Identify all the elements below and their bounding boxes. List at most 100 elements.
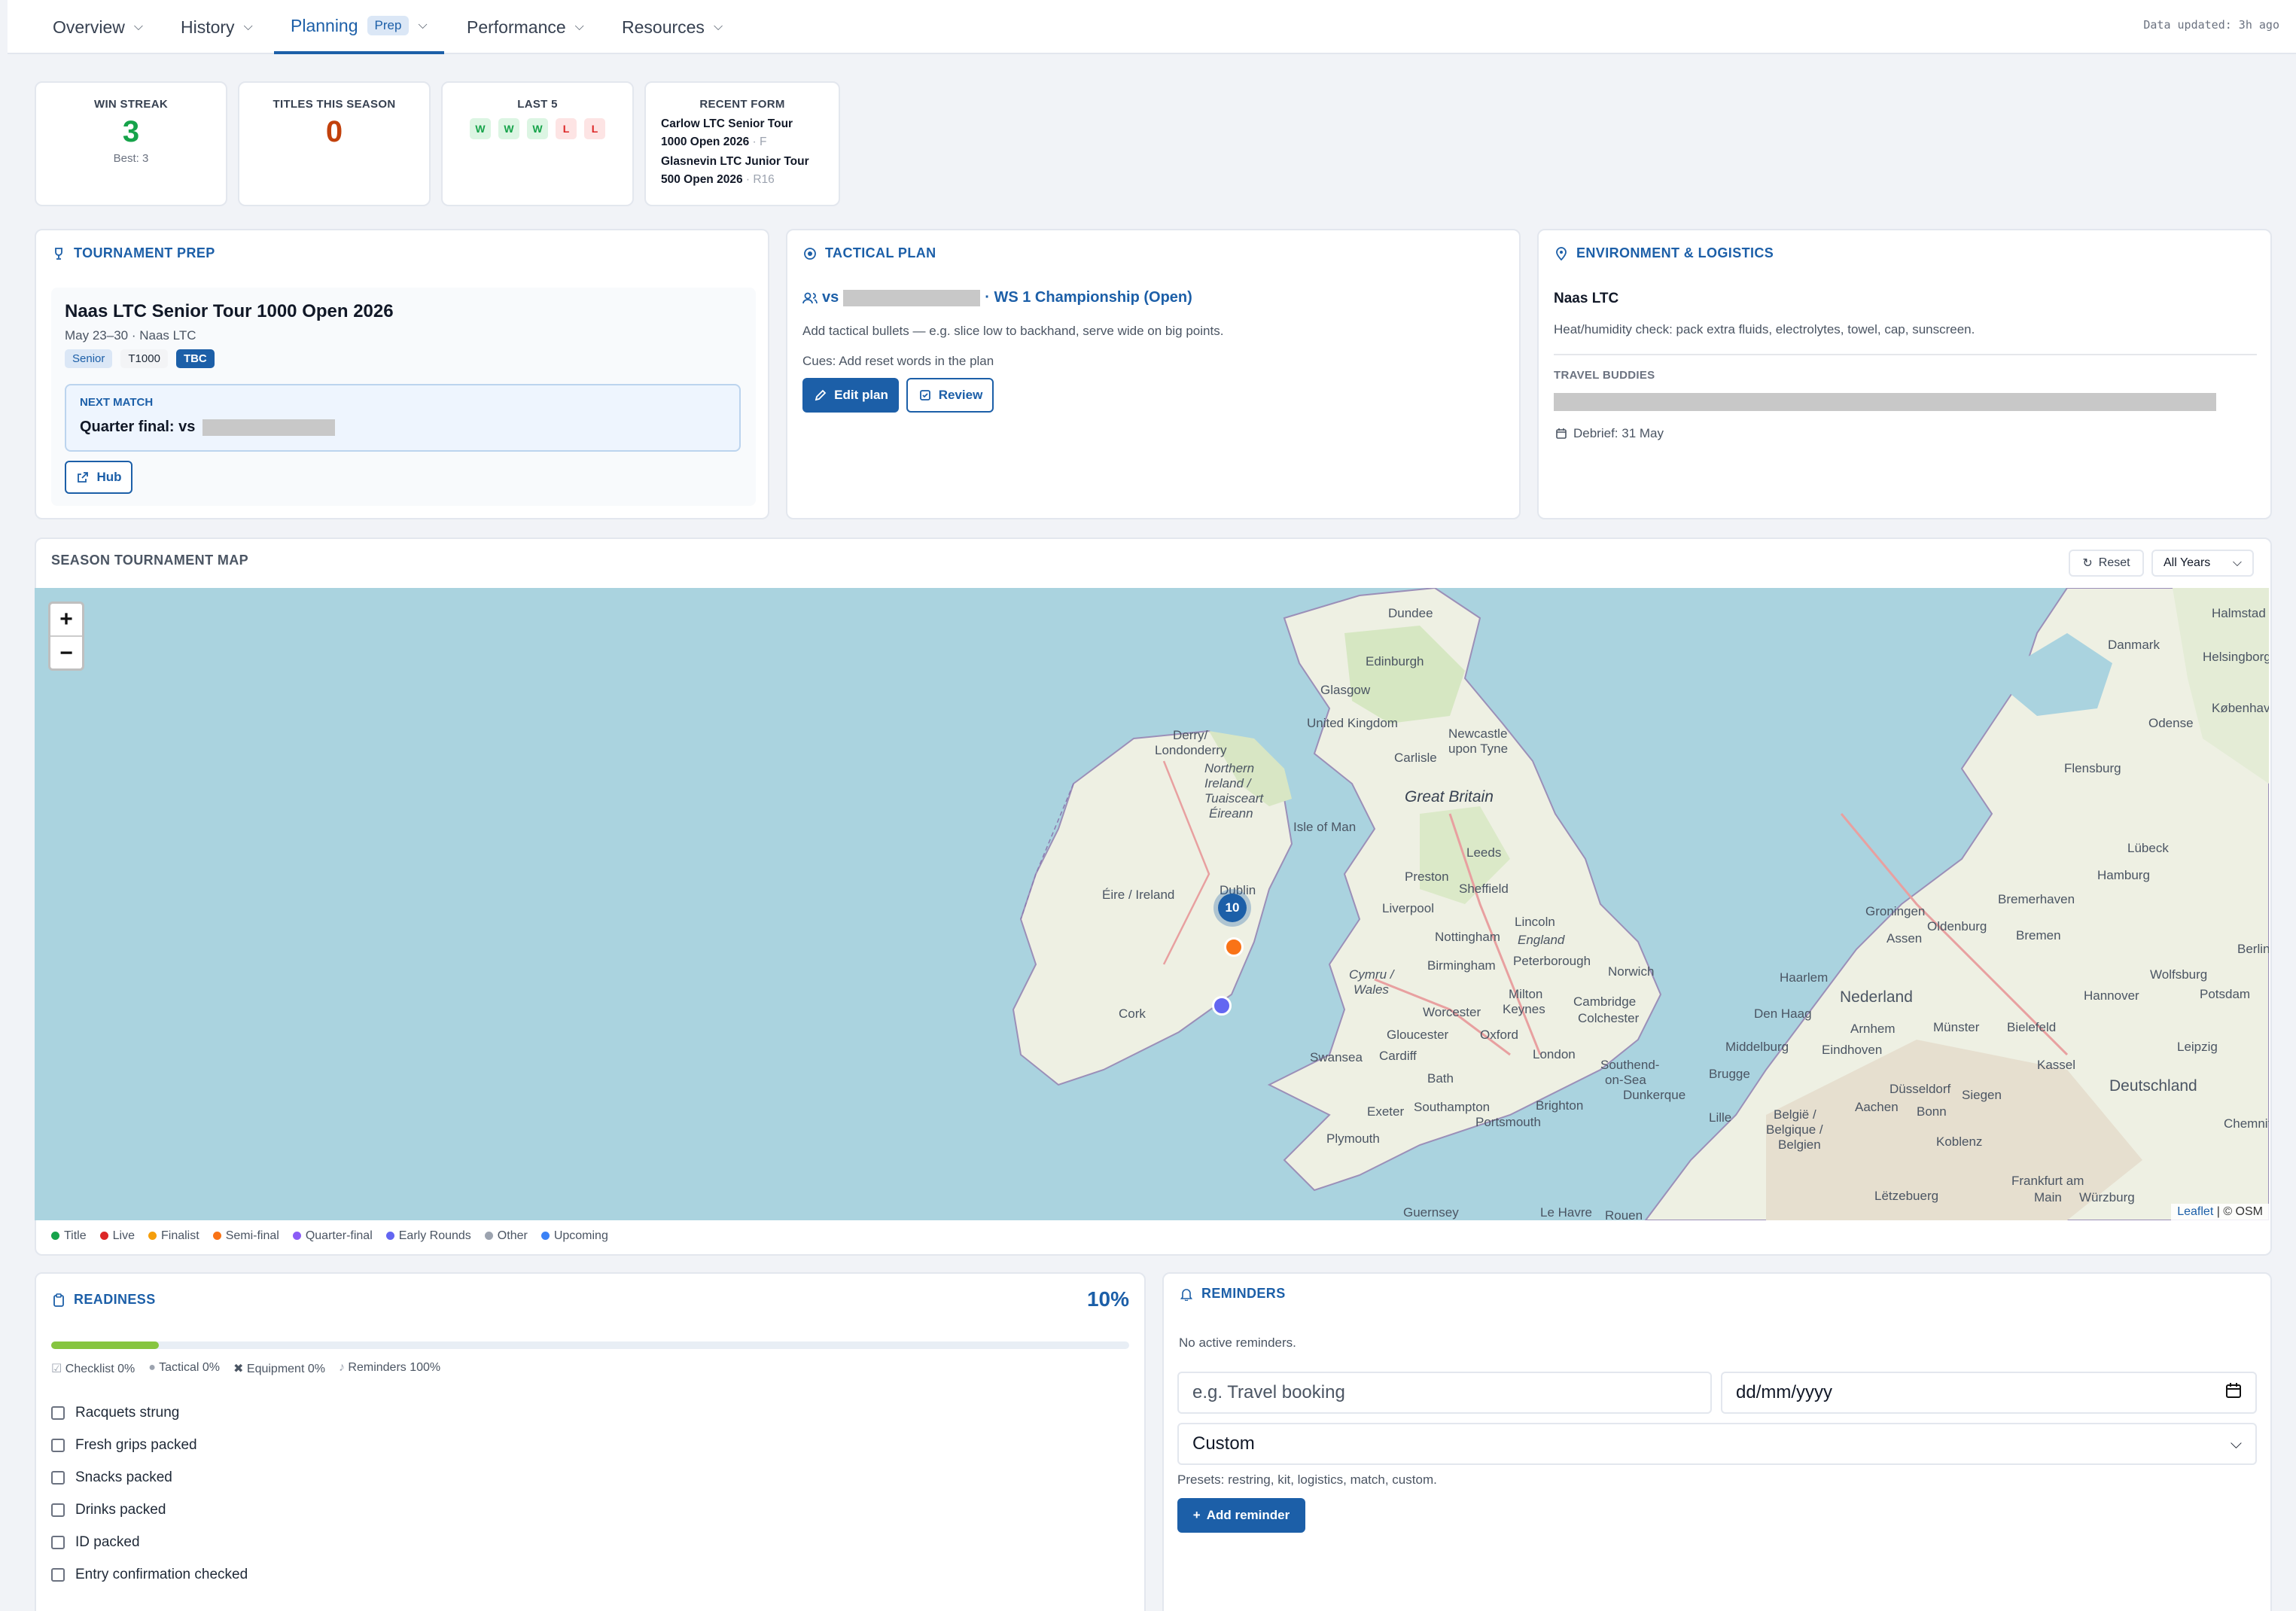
recent-form-item[interactable]: Carlow LTC Senior Tour 1000 Open 2026 · … bbox=[646, 115, 839, 151]
zoom-out-button[interactable]: − bbox=[50, 637, 82, 670]
zoom-in-button[interactable]: + bbox=[50, 604, 82, 637]
map-label: Helsingborg bbox=[2203, 650, 2269, 664]
hub-button[interactable]: Hub bbox=[65, 461, 132, 494]
map-label: Danmark bbox=[2108, 638, 2160, 652]
checkbox[interactable] bbox=[51, 1568, 65, 1582]
tab-overview[interactable]: Overview ⌵ bbox=[53, 0, 143, 54]
map-marker-early-rounds[interactable] bbox=[1212, 996, 1232, 1016]
recent-line: Carlow LTC Senior Tour bbox=[661, 117, 793, 130]
map-label: Berlin bbox=[2237, 942, 2269, 956]
titles-value: 0 bbox=[325, 115, 343, 148]
map-cluster-marker[interactable]: 10 bbox=[1213, 889, 1251, 927]
map-label: Plymouth bbox=[1326, 1131, 1380, 1146]
zoom-control: + − bbox=[48, 601, 84, 671]
recent-line: Glasnevin LTC Junior Tour bbox=[661, 155, 809, 168]
map-label: Newcastle bbox=[1448, 726, 1508, 741]
checkbox[interactable] bbox=[51, 1471, 65, 1485]
checklist-item[interactable]: Racquets strung bbox=[51, 1405, 179, 1421]
recent-line: 1000 Open 2026 bbox=[661, 136, 750, 148]
map-label: Kassel bbox=[2037, 1058, 2076, 1072]
recent-round: F bbox=[759, 136, 767, 148]
map-label: Hannover bbox=[2084, 988, 2139, 1003]
reminder-text-input[interactable]: e.g. Travel booking bbox=[1177, 1372, 1712, 1414]
checkbox[interactable] bbox=[51, 1406, 65, 1420]
tab-history[interactable]: History ⌵ bbox=[181, 0, 253, 54]
legend-item: Early Rounds bbox=[385, 1229, 471, 1243]
legend-item: Finalist bbox=[148, 1229, 199, 1243]
leaflet-link[interactable]: Leaflet bbox=[2177, 1205, 2213, 1218]
add-reminder-button[interactable]: + Add reminder bbox=[1177, 1498, 1305, 1533]
map-label: Würzburg bbox=[2079, 1190, 2135, 1204]
map-label: Colchester bbox=[1578, 1011, 1640, 1025]
map-label: Nottingham bbox=[1435, 930, 1500, 944]
checklist-item[interactable]: ID packed bbox=[51, 1534, 140, 1551]
result-chip: W bbox=[470, 118, 491, 139]
map-label: Ireland / bbox=[1204, 776, 1251, 790]
map-label: Rouen bbox=[1605, 1208, 1643, 1220]
env-note: Heat/humidity check: pack extra fluids, … bbox=[1554, 322, 1975, 337]
map-label: Guernsey bbox=[1403, 1205, 1459, 1220]
refresh-icon: ↻ bbox=[2082, 557, 2093, 570]
map-marker-semifinal[interactable] bbox=[1224, 937, 1244, 957]
map-label: Leeds bbox=[1466, 845, 1502, 860]
map-tiles bbox=[1012, 588, 2269, 1220]
map-label: Wales bbox=[1354, 982, 1389, 997]
checklist-item[interactable]: Fresh grips packed bbox=[51, 1437, 197, 1454]
users-icon bbox=[802, 291, 818, 306]
tab-resources[interactable]: Resources ⌵ bbox=[622, 0, 723, 54]
tag-senior: Senior bbox=[65, 349, 113, 368]
map-label: Dundee bbox=[1388, 606, 1433, 620]
map-label: Liverpool bbox=[1382, 901, 1434, 915]
calendar-icon[interactable] bbox=[2225, 1382, 2242, 1404]
reminder-date-input[interactable]: dd/mm/yyyy bbox=[1721, 1372, 2257, 1414]
map-label: Bremerhaven bbox=[1998, 892, 2075, 906]
env-debrief: Debrief: 31 May bbox=[1554, 426, 1664, 441]
travel-buddies-label: TRAVEL BUDDIES bbox=[1554, 369, 1655, 382]
map-label: Cardiff bbox=[1379, 1049, 1417, 1063]
prep-inner: Naas LTC Senior Tour 1000 Open 2026 May … bbox=[51, 288, 756, 506]
map-label: Brighton bbox=[1536, 1098, 1584, 1113]
stat-title: LAST 5 bbox=[517, 98, 558, 111]
map-label: København bbox=[2212, 701, 2269, 715]
reminder-type-select[interactable]: Custom ⌵ bbox=[1177, 1423, 2257, 1465]
map-legend: Title Live Finalist Semi-final Quarter-f… bbox=[51, 1229, 608, 1243]
map-label: Eindhoven bbox=[1822, 1043, 1883, 1057]
prep-badge: Prep bbox=[367, 16, 410, 35]
top-nav: Overview ⌵ History ⌵ Planning Prep ⌵ Perfo… bbox=[8, 0, 2296, 54]
map-label: Flensburg bbox=[2064, 761, 2121, 775]
next-match-text: Quarter final: vs bbox=[80, 419, 335, 436]
checklist-item[interactable]: Entry confirmation checked bbox=[51, 1567, 248, 1583]
map-label: Keynes bbox=[1503, 1002, 1545, 1016]
map-label: Hamburg bbox=[2097, 868, 2150, 882]
checkbox[interactable] bbox=[51, 1536, 65, 1549]
review-button[interactable]: Review bbox=[906, 378, 994, 413]
tab-performance[interactable]: Performance ⌵ bbox=[467, 0, 584, 54]
win-streak-value: 3 bbox=[122, 115, 140, 148]
map-label: Edinburgh bbox=[1366, 654, 1424, 668]
map-reset-button[interactable]: ↻ Reset bbox=[2069, 550, 2144, 577]
tactical-opponent[interactable]: vs · WS 1 Championship (Open) bbox=[802, 289, 1192, 306]
checkbox[interactable] bbox=[51, 1503, 65, 1517]
map-label: Assen bbox=[1886, 931, 1923, 946]
map-label: Bonn bbox=[1917, 1104, 1947, 1119]
map-label: Peterborough bbox=[1513, 954, 1591, 968]
recent-line: 500 Open 2026 bbox=[661, 173, 743, 186]
map-label: Southampton bbox=[1414, 1100, 1491, 1114]
bell-icon bbox=[1179, 1287, 1194, 1302]
opponent-redacted bbox=[202, 419, 335, 436]
tab-planning[interactable]: Planning Prep ⌵ bbox=[274, 0, 444, 54]
checklist-item[interactable]: Snacks packed bbox=[51, 1469, 172, 1486]
travel-buddies-redacted bbox=[1554, 393, 2216, 411]
environment-card: ENVIRONMENT & LOGISTICS Naas LTC Heat/hu… bbox=[1537, 229, 2272, 519]
recent-form-item[interactable]: Glasnevin LTC Junior Tour 500 Open 2026 … bbox=[646, 153, 839, 189]
checklist-item[interactable]: Drinks packed bbox=[51, 1502, 166, 1518]
tournament-map[interactable]: + − Dundee Edinburgh Glasgow United King… bbox=[35, 588, 2269, 1220]
year-select[interactable]: All Years ⌵ bbox=[2151, 550, 2254, 577]
edit-plan-button[interactable]: Edit plan bbox=[802, 378, 899, 413]
map-label: Belgique / bbox=[1766, 1122, 1823, 1137]
checkbox[interactable] bbox=[51, 1439, 65, 1452]
chevron-down-icon: ⌵ bbox=[133, 20, 143, 33]
calendar-icon bbox=[1554, 426, 1569, 441]
bell-icon: ♪ bbox=[338, 1361, 345, 1374]
map-label: Siegen bbox=[1962, 1088, 2002, 1102]
